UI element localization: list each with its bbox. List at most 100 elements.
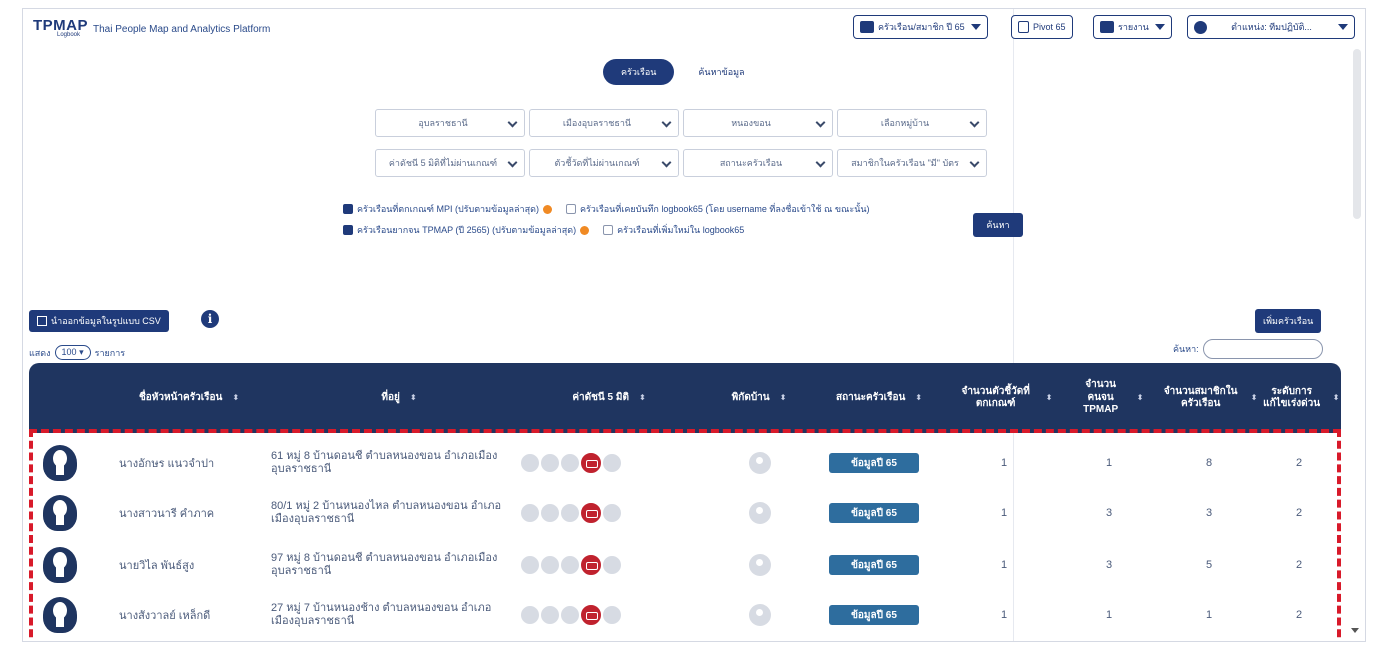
mpi-checkbox[interactable]: ครัวเรือนที่ตกเกณฑ์ MPI (ปรับตามข้อมูลล่…	[343, 202, 552, 216]
user-menu-button[interactable]: ตำแหน่ง: ทีมปฏิบัติ...	[1187, 15, 1355, 39]
location-pin-icon[interactable]	[749, 502, 771, 524]
household-menu-button[interactable]: ครัวเรือน/สมาชิก ปี 65	[853, 15, 988, 39]
mpi-icons	[519, 439, 623, 487]
info-icon	[580, 225, 590, 235]
indicator-select[interactable]: ตัวชี้วัดที่ไม่ผ่านเกณฑ์	[529, 149, 679, 177]
public-service-icon	[601, 452, 623, 474]
table-row[interactable]: นางสังวาลย์ เหล็กดี 27 หมู่ 7 บ้านหนองช้…	[29, 591, 1341, 639]
sort-icon: ⬍	[1332, 393, 1340, 402]
column-header-address[interactable]: ที่อยู่ ⬍	[289, 363, 509, 433]
mpi-icons	[519, 489, 623, 537]
status-badge: ข้อมูลปี 65	[829, 555, 919, 575]
location-pin-icon[interactable]	[749, 604, 771, 626]
sort-icon: ⬍	[779, 393, 787, 402]
urgency-level: 2	[1295, 507, 1303, 519]
indicator-count: 1	[1000, 507, 1008, 519]
column-header-status[interactable]: สถานะครัวเรือน ⬍	[809, 363, 949, 433]
column-label: พิกัดบ้าน	[731, 391, 770, 403]
location-pin-icon[interactable]	[749, 452, 771, 474]
location-pin-icon[interactable]	[749, 554, 771, 576]
column-header-mpi[interactable]: ค่าดัชนี 5 มิติ ⬍	[509, 363, 709, 433]
export-csv-button[interactable]: นำออกข้อมูลในรูปแบบ CSV	[29, 310, 169, 332]
tpmap-checkbox[interactable]: ครัวเรือนยากจน TPMAP (ปี 2565) (ปรับตามข…	[343, 223, 590, 237]
health-icon	[519, 502, 541, 524]
column-header-name[interactable]: ชื่อหัวหน้าครัวเรือน ⬍	[89, 363, 289, 433]
household-status-select[interactable]: สถานะครัวเรือน	[683, 149, 833, 177]
public-service-icon	[601, 604, 623, 626]
scroll-down-icon[interactable]	[1351, 628, 1359, 633]
logbook-new-checkbox[interactable]: ครัวเรือนที่เพิ่มใหม่ใน logbook65	[603, 223, 744, 237]
info-icon[interactable]: i	[201, 310, 219, 328]
table-row[interactable]: นางอักษร แนวจำปา 61 หมู่ 8 บ้านดอนชี ตำบ…	[29, 439, 1341, 487]
find-label: ค้นหา:	[1173, 344, 1199, 354]
chevron-down-icon	[969, 117, 980, 128]
household-address: 61 หมู่ 8 บ้านดอนชี ตำบลหนองขอน อำเภอเมื…	[271, 450, 498, 475]
page-length-control: แสดง 100 ▾ รายการ	[29, 345, 125, 360]
table-row[interactable]: นางสาวนารี คำภาค 80/1 หมู่ 2 บ้านหนองไหล…	[29, 489, 1341, 537]
education-icon	[559, 502, 581, 524]
column-header-indicators[interactable]: จำนวนตัวชี้วัดที่ตกเกณฑ์ ⬍	[949, 363, 1059, 433]
column-header-poor[interactable]: จำนวนคนจน TPMAP ⬍	[1059, 363, 1159, 433]
report-button[interactable]: รายงาน	[1093, 15, 1172, 39]
status-badge: ข้อมูลปี 65	[829, 503, 919, 523]
logbook-saved-label: ครัวเรือนที่เคยบันทึก logbook65 (โดย use…	[579, 204, 870, 214]
table-row[interactable]: นายวิไล พันธ์สูง 97 หมู่ 8 บ้านดอนชี ตำบ…	[29, 541, 1341, 589]
member-card-select[interactable]: สมาชิกในครัวเรือน "มี" บัตร	[837, 149, 987, 177]
member-count: 8	[1205, 457, 1213, 469]
chevron-down-icon	[661, 157, 672, 168]
subdistrict-value: หนองขอน	[731, 118, 771, 128]
pivot-button[interactable]: Pivot 65	[1011, 15, 1073, 39]
household-address: 27 หมู่ 7 บ้านหนองช้าง ตำบลหนองขอน อำเภอ…	[271, 602, 492, 627]
column-header-location[interactable]: พิกัดบ้าน ⬍	[709, 363, 809, 433]
caret-down-icon	[1154, 24, 1165, 30]
show-label: แสดง	[29, 347, 51, 358]
education-icon	[559, 604, 581, 626]
sort-icon: ⬍	[1045, 393, 1053, 402]
caret-down-icon	[1337, 24, 1348, 30]
logbook-saved-checkbox[interactable]: ครัวเรือนที่เคยบันทึก logbook65 (โดย use…	[565, 202, 870, 216]
mpi-checkbox-label: ครัวเรือนที่ตกเกณฑ์ MPI (ปรับตามข้อมูลล่…	[357, 204, 539, 214]
column-label: ชื่อหัวหน้าครัวเรือน	[138, 391, 223, 403]
tab-household[interactable]: ครัวเรือน	[603, 59, 675, 85]
public-service-icon	[601, 502, 623, 524]
member-count: 5	[1205, 559, 1213, 571]
search-button[interactable]: ค้นหา	[973, 213, 1023, 237]
province-select[interactable]: อุบลราชธานี	[375, 109, 525, 137]
poor-count: 3	[1105, 507, 1113, 519]
household-address: 97 หมู่ 8 บ้านดอนชี ตำบลหนองขอน อำเภอเมื…	[271, 552, 498, 577]
mpi-dimension-select[interactable]: ค่าดัชนี 5 มิติที่ไม่ผ่านเกณฑ์	[375, 149, 525, 177]
page-length-value: 100	[61, 347, 77, 357]
household-head-name: นางอักษร แนวจำปา	[119, 458, 215, 470]
checkbox-panel: ครัวเรือนที่ตกเกณฑ์ MPI (ปรับตามข้อมูลล่…	[343, 202, 870, 244]
health-icon	[519, 452, 541, 474]
subdistrict-select[interactable]: หนองขอน	[683, 109, 833, 137]
column-header-members[interactable]: จำนวนสมาชิกในครัวเรือน ⬍	[1159, 363, 1259, 433]
add-household-button[interactable]: เพิ่มครัวเรือน	[1255, 309, 1322, 333]
district-value: เมืองอุบลราชธานี	[562, 118, 632, 128]
checkbox-checked-icon	[343, 225, 353, 235]
page-length-select[interactable]: 100 ▾	[54, 345, 91, 360]
checkbox-icon	[603, 225, 614, 235]
report-icon	[1100, 21, 1114, 33]
table-search: ค้นหา:	[1173, 339, 1323, 359]
indicator-count: 1	[1000, 457, 1008, 469]
income-icon	[579, 553, 603, 577]
village-select[interactable]: เลือกหมู่บ้าน	[837, 109, 987, 137]
health-icon	[519, 604, 541, 626]
poor-count: 1	[1105, 609, 1113, 621]
urgency-level: 2	[1295, 559, 1303, 571]
sort-icon: ⬍	[1136, 393, 1144, 402]
table-search-input[interactable]	[1202, 339, 1323, 359]
chevron-down-icon	[815, 117, 826, 128]
scrollbar[interactable]	[1353, 49, 1361, 219]
checkbox-checked-icon	[343, 204, 353, 214]
mpi-icons	[519, 591, 623, 639]
tab-search-data[interactable]: ค้นหาข้อมูล	[680, 59, 762, 85]
chevron-down-icon	[507, 157, 518, 168]
district-select[interactable]: เมืองอุบลราชธานี	[529, 109, 679, 137]
report-label: รายงาน	[1118, 22, 1149, 32]
column-label: จำนวนคนจน TPMAP	[1083, 379, 1119, 416]
household-head-name: นางสาวนารี คำภาค	[119, 508, 215, 520]
column-header-urgency[interactable]: ระดับการแก้ไขเร่งด่วน ⬍	[1259, 363, 1341, 433]
user-label: ตำแหน่ง: ทีมปฏิบัติ...	[1231, 22, 1312, 32]
